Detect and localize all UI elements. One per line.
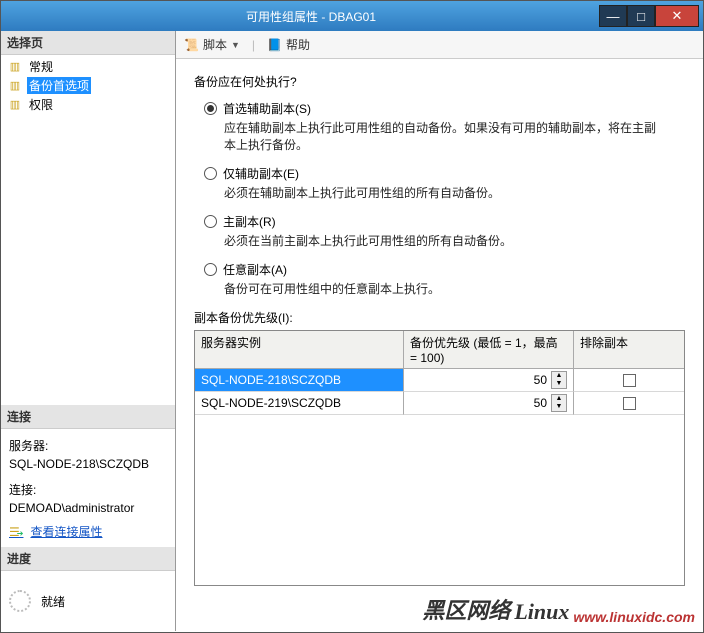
help-icon: 📘 xyxy=(267,38,282,52)
nav-item-general[interactable]: ▥ 常规 xyxy=(1,57,175,76)
option-label: 仅辅助副本(E) xyxy=(223,165,299,182)
option-desc: 备份可在可用性组中的任意副本上执行。 xyxy=(224,280,664,297)
replica-priority-label: 副本备份优先级(I): xyxy=(194,309,685,326)
page-icon: ▥ xyxy=(7,78,23,94)
grid-empty-space xyxy=(195,415,684,585)
script-icon: 📜 xyxy=(184,38,199,52)
server-value: SQL-NODE-218\SCZQDB xyxy=(9,455,167,473)
nav-item-permissions[interactable]: ▥ 权限 xyxy=(1,95,175,114)
cell-server: SQL-NODE-219\SCZQDB xyxy=(195,392,404,415)
replica-grid: 服务器实例 备份优先级 (最低 = 1，最高 = 100) 排除副本 SQL-N… xyxy=(194,330,685,586)
close-button[interactable]: ✕ xyxy=(655,5,699,27)
nav-label: 备份首选项 xyxy=(27,77,91,94)
connection-value: DEMOAD\administrator xyxy=(9,499,167,517)
connection-header: 连接 xyxy=(1,405,175,429)
col-exclude: 排除副本 xyxy=(574,331,684,369)
radio-any-replica[interactable] xyxy=(204,263,217,276)
radio-primary[interactable] xyxy=(204,215,217,228)
cell-exclude[interactable] xyxy=(574,369,684,392)
exclude-checkbox[interactable] xyxy=(623,374,636,387)
cell-server: SQL-NODE-218\SCZQDB xyxy=(195,369,404,392)
window-title: 可用性组属性 - DBAG01 xyxy=(23,8,599,25)
help-label: 帮助 xyxy=(286,36,310,53)
script-label: 脚本 xyxy=(203,36,227,53)
select-page-header: 选择页 xyxy=(1,31,175,55)
nav-list: ▥ 常规 ▥ 备份首选项 ▥ 权限 xyxy=(1,55,175,116)
priority-value: 50 xyxy=(410,396,551,410)
nav-label: 权限 xyxy=(27,96,55,113)
option-label: 任意副本(A) xyxy=(223,261,287,278)
nav-item-backup-pref[interactable]: ▥ 备份首选项 xyxy=(1,76,175,95)
exclude-checkbox[interactable] xyxy=(623,397,636,410)
page-icon: ▥ xyxy=(7,59,23,75)
right-panel: 📜 脚本 ▼ | 📘 帮助 备份应在何处执行? 首选辅助副本(S) 应在辅助副本… xyxy=(176,31,703,631)
spinner-buttons[interactable]: ▲▼ xyxy=(551,371,567,389)
chevron-down-icon: ▼ xyxy=(231,40,240,50)
option-desc: 必须在当前主副本上执行此可用性组的所有自动备份。 xyxy=(224,232,664,249)
title-bar: 可用性组属性 - DBAG01 — □ ✕ xyxy=(1,1,703,31)
view-connection-properties-link[interactable]: ☰➔ 查看连接属性 xyxy=(9,523,167,541)
toolbar: 📜 脚本 ▼ | 📘 帮助 xyxy=(176,31,703,59)
option-primary[interactable]: 主副本(R) xyxy=(204,213,685,230)
spinner-buttons[interactable]: ▲▼ xyxy=(551,394,567,412)
spin-down-icon[interactable]: ▼ xyxy=(552,380,566,388)
cell-priority[interactable]: 50 ▲▼ xyxy=(404,369,574,392)
col-priority: 备份优先级 (最低 = 1，最高 = 100) xyxy=(404,331,574,369)
question-label: 备份应在何处执行? xyxy=(194,73,685,90)
progress-status: 就绪 xyxy=(41,593,65,610)
option-label: 主副本(R) xyxy=(223,213,276,230)
table-row[interactable]: SQL-NODE-219\SCZQDB 50 ▲▼ xyxy=(195,392,684,415)
window-controls: — □ ✕ xyxy=(599,5,699,27)
progress-block: 就绪 xyxy=(1,571,175,631)
option-desc: 必须在辅助副本上执行此可用性组的所有自动备份。 xyxy=(224,184,664,201)
connection-block: 服务器: SQL-NODE-218\SCZQDB 连接: DEMOAD\admi… xyxy=(1,429,175,547)
grid-header: 服务器实例 备份优先级 (最低 = 1，最高 = 100) 排除副本 xyxy=(195,331,684,369)
link-text: 查看连接属性 xyxy=(30,523,102,541)
option-prefer-secondary[interactable]: 首选辅助副本(S) xyxy=(204,100,685,117)
server-label: 服务器: xyxy=(9,437,167,455)
spinner-icon xyxy=(9,590,31,612)
maximize-button[interactable]: □ xyxy=(627,5,655,27)
help-button[interactable]: 📘 帮助 xyxy=(267,36,310,53)
col-server: 服务器实例 xyxy=(195,331,404,369)
spin-up-icon[interactable]: ▲ xyxy=(552,395,566,403)
cell-exclude[interactable] xyxy=(574,392,684,415)
connection-label: 连接: xyxy=(9,481,167,499)
spin-down-icon[interactable]: ▼ xyxy=(552,403,566,411)
option-secondary-only[interactable]: 仅辅助副本(E) xyxy=(204,165,685,182)
priority-value: 50 xyxy=(410,373,551,387)
spin-up-icon[interactable]: ▲ xyxy=(552,372,566,380)
script-button[interactable]: 📜 脚本 ▼ xyxy=(184,36,240,53)
left-panel: 选择页 ▥ 常规 ▥ 备份首选项 ▥ 权限 连接 服务器: SQL-NODE-2… xyxy=(1,31,176,631)
page-icon: ▥ xyxy=(7,97,23,113)
minimize-button[interactable]: — xyxy=(599,5,627,27)
progress-header: 进度 xyxy=(1,547,175,571)
radio-secondary-only[interactable] xyxy=(204,167,217,180)
nav-label: 常规 xyxy=(27,58,55,75)
cell-priority[interactable]: 50 ▲▼ xyxy=(404,392,574,415)
table-row[interactable]: SQL-NODE-218\SCZQDB 50 ▲▼ xyxy=(195,369,684,392)
content-area: 备份应在何处执行? 首选辅助副本(S) 应在辅助副本上执行此可用性组的自动备份。… xyxy=(176,59,703,631)
option-label: 首选辅助副本(S) xyxy=(223,100,311,117)
option-any-replica[interactable]: 任意副本(A) xyxy=(204,261,685,278)
radio-prefer-secondary[interactable] xyxy=(204,102,217,115)
option-desc: 应在辅助副本上执行此可用性组的自动备份。如果没有可用的辅助副本，将在主副本上执行… xyxy=(224,119,664,153)
link-icon: ☰➔ xyxy=(9,523,26,541)
